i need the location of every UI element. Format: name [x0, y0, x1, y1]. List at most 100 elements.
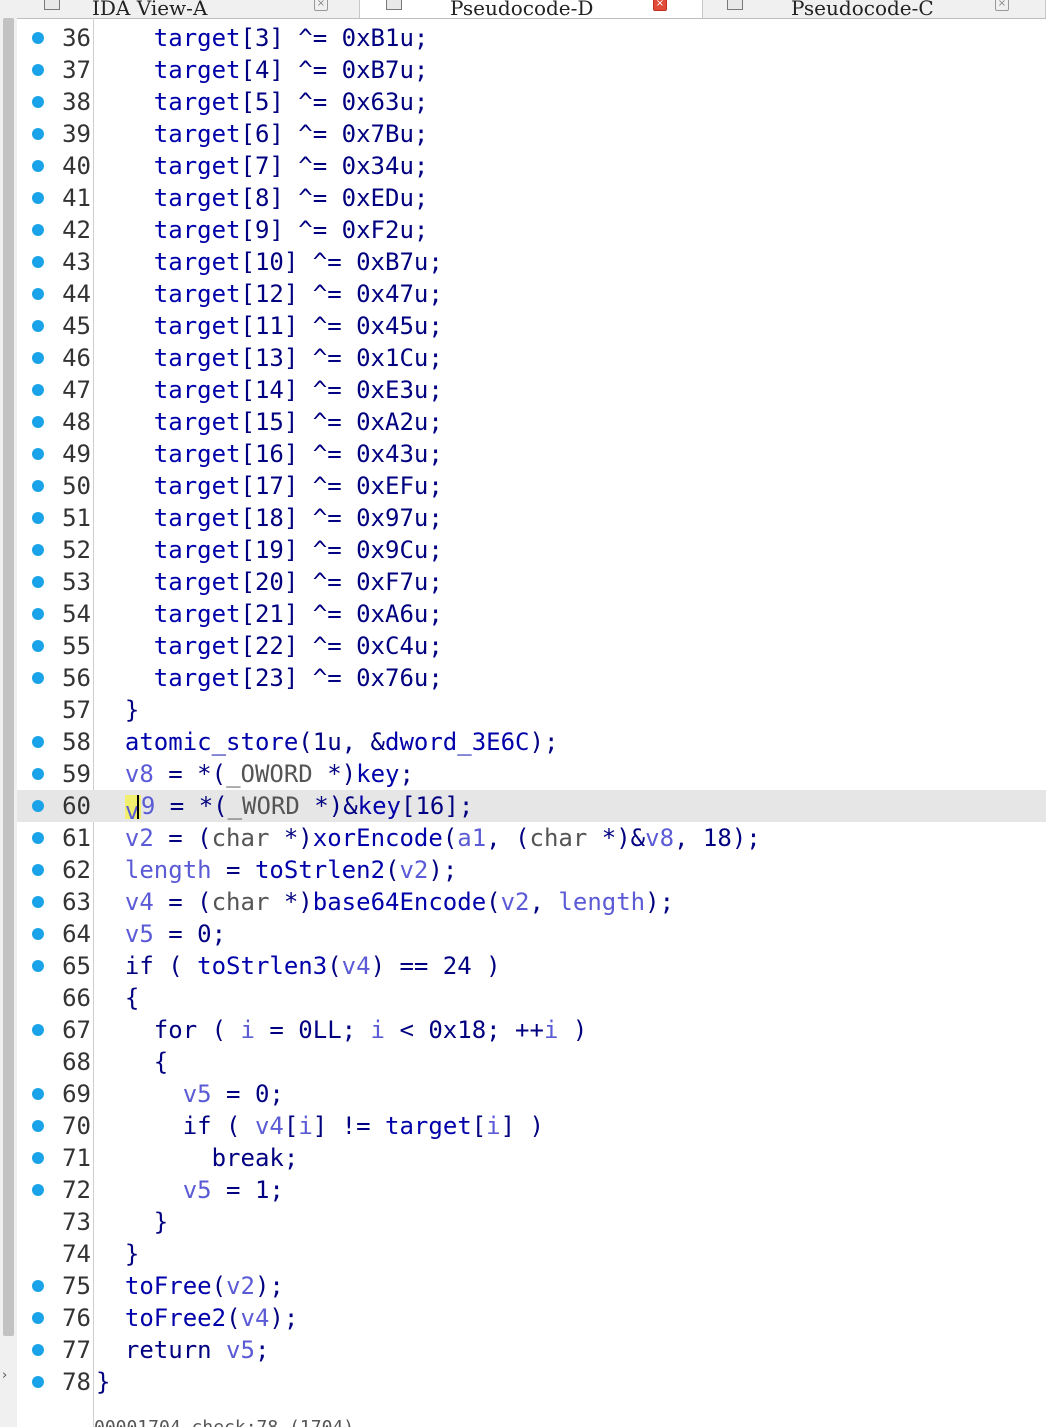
breakpoint-dot-icon[interactable] — [32, 480, 44, 492]
breakpoint-dot-icon[interactable] — [32, 960, 44, 972]
breakpoint-dot-icon[interactable] — [32, 416, 44, 428]
code-text[interactable]: toFree2(v4); — [96, 1302, 298, 1334]
breakpoint-dot-icon[interactable] — [32, 1088, 44, 1100]
breakpoint-dot-icon[interactable] — [32, 576, 44, 588]
code-line[interactable]: 46 target[13] ^= 0x1Cu; — [17, 342, 1046, 374]
breakpoint-dot-icon[interactable] — [32, 224, 44, 236]
breakpoint-dot-icon[interactable] — [32, 640, 44, 652]
code-line[interactable]: 63 v4 = (char *)base64Encode(v2, length)… — [17, 886, 1046, 918]
code-line[interactable]: 56 target[23] ^= 0x76u; — [17, 662, 1046, 694]
code-text[interactable]: break; — [96, 1142, 299, 1174]
breakpoint-dot-icon[interactable] — [32, 32, 44, 44]
code-line[interactable]: 70 if ( v4[i] != target[i] ) — [17, 1110, 1046, 1142]
breakpoint-dot-icon[interactable] — [32, 736, 44, 748]
breakpoint-dot-icon[interactable] — [32, 864, 44, 876]
code-text[interactable]: for ( i = 0LL; i < 0x18; ++i ) — [96, 1014, 588, 1046]
code-text[interactable]: target[6] ^= 0x7Bu; — [96, 118, 429, 150]
breakpoint-dot-icon[interactable] — [32, 512, 44, 524]
code-line[interactable]: 64 v5 = 0; — [17, 918, 1046, 950]
code-line[interactable]: 65 if ( toStrlen3(v4) == 24 ) — [17, 950, 1046, 982]
breakpoint-dot-icon[interactable] — [32, 1184, 44, 1196]
code-text[interactable]: v9 = *(_WORD *)&key[16]; — [96, 790, 473, 825]
code-text[interactable]: } — [96, 694, 139, 726]
code-line[interactable]: 41 target[8] ^= 0xEDu; — [17, 182, 1046, 214]
breakpoint-dot-icon[interactable] — [32, 1312, 44, 1324]
code-text[interactable]: target[14] ^= 0xE3u; — [96, 374, 443, 406]
breakpoint-dot-icon[interactable] — [32, 448, 44, 460]
breakpoint-dot-icon[interactable] — [32, 672, 44, 684]
breakpoint-dot-icon[interactable] — [32, 128, 44, 140]
code-line[interactable]: 72 v5 = 1; — [17, 1174, 1046, 1206]
breakpoint-dot-icon[interactable] — [32, 1280, 44, 1292]
breakpoint-dot-icon[interactable] — [32, 1120, 44, 1132]
breakpoint-dot-icon[interactable] — [32, 1344, 44, 1356]
breakpoint-dot-icon[interactable] — [32, 192, 44, 204]
code-line[interactable]: 55 target[22] ^= 0xC4u; — [17, 630, 1046, 662]
code-text[interactable]: target[5] ^= 0x63u; — [96, 86, 429, 118]
code-text[interactable]: if ( v4[i] != target[i] ) — [96, 1110, 544, 1142]
code-line[interactable]: 73 } — [17, 1206, 1046, 1238]
chevron-down-icon[interactable]: › — [2, 1368, 14, 1384]
code-line[interactable]: 52 target[19] ^= 0x9Cu; — [17, 534, 1046, 566]
tab-ida-view-a[interactable]: IDA View-A × — [0, 0, 360, 18]
code-text[interactable]: target[12] ^= 0x47u; — [96, 278, 443, 310]
breakpoint-dot-icon[interactable] — [32, 64, 44, 76]
code-text[interactable]: return v5; — [96, 1334, 270, 1366]
code-line[interactable]: 45 target[11] ^= 0x45u; — [17, 310, 1046, 342]
code-text[interactable]: target[16] ^= 0x43u; — [96, 438, 443, 470]
code-line[interactable]: 67 for ( i = 0LL; i < 0x18; ++i ) — [17, 1014, 1046, 1046]
code-line[interactable]: 57 } — [17, 694, 1046, 726]
breakpoint-dot-icon[interactable] — [32, 544, 44, 556]
code-text[interactable]: if ( toStrlen3(v4) == 24 ) — [96, 950, 501, 982]
code-text[interactable]: target[3] ^= 0xB1u; — [96, 22, 429, 54]
code-line[interactable]: 39 target[6] ^= 0x7Bu; — [17, 118, 1046, 150]
breakpoint-dot-icon[interactable] — [32, 1152, 44, 1164]
code-text[interactable]: toFree(v2); — [96, 1270, 284, 1302]
code-text[interactable]: target[7] ^= 0x34u; — [96, 150, 429, 182]
pseudocode-view[interactable]: 36 target[3] ^= 0xB1u; 37 target[4] ^= 0x… — [17, 22, 1046, 1398]
scrollbar-thumb[interactable] — [3, 18, 14, 1336]
breakpoint-dot-icon[interactable] — [32, 832, 44, 844]
tab-pseudocode-c[interactable]: Pseudocode-C × — [703, 0, 1046, 18]
code-line[interactable]: 38 target[5] ^= 0x63u; — [17, 86, 1046, 118]
code-text[interactable]: } — [96, 1206, 168, 1238]
code-line[interactable]: 69 v5 = 0; — [17, 1078, 1046, 1110]
code-text[interactable]: target[22] ^= 0xC4u; — [96, 630, 443, 662]
code-text[interactable]: target[10] ^= 0xB7u; — [96, 246, 443, 278]
vertical-scrollbar[interactable]: › — [0, 18, 17, 1427]
breakpoint-dot-icon[interactable] — [32, 608, 44, 620]
code-line[interactable]: 54 target[21] ^= 0xA6u; — [17, 598, 1046, 630]
code-line[interactable]: 60 v9 = *(_WORD *)&key[16]; — [17, 790, 1046, 825]
code-line[interactable]: 44 target[12] ^= 0x47u; — [17, 278, 1046, 310]
close-icon[interactable]: × — [995, 0, 1009, 11]
code-text[interactable]: target[21] ^= 0xA6u; — [96, 598, 443, 630]
code-text[interactable]: } — [96, 1366, 110, 1398]
code-line[interactable]: 76 toFree2(v4); — [17, 1302, 1046, 1334]
code-text[interactable]: target[8] ^= 0xEDu; — [96, 182, 429, 214]
code-text[interactable]: v8 = *(_OWORD *)key; — [96, 758, 414, 790]
code-line[interactable]: 59 v8 = *(_OWORD *)key; — [17, 758, 1046, 790]
code-line[interactable]: 78} — [17, 1366, 1046, 1398]
close-icon[interactable]: × — [314, 0, 328, 11]
code-text[interactable]: target[13] ^= 0x1Cu; — [96, 342, 443, 374]
code-line[interactable]: 77 return v5; — [17, 1334, 1046, 1366]
code-text[interactable]: target[4] ^= 0xB7u; — [96, 54, 429, 86]
code-line[interactable]: 43 target[10] ^= 0xB7u; — [17, 246, 1046, 278]
breakpoint-dot-icon[interactable] — [32, 1024, 44, 1036]
breakpoint-dot-icon[interactable] — [32, 352, 44, 364]
code-text[interactable]: v4 = (char *)base64Encode(v2, length); — [96, 886, 674, 918]
code-line[interactable]: 37 target[4] ^= 0xB7u; — [17, 54, 1046, 86]
code-text[interactable]: target[11] ^= 0x45u; — [96, 310, 443, 342]
tab-pseudocode-d[interactable]: Pseudocode-D × — [360, 0, 703, 18]
breakpoint-dot-icon[interactable] — [32, 1376, 44, 1388]
code-line[interactable]: 58 atomic_store(1u, &dword_3E6C); — [17, 726, 1046, 758]
breakpoint-dot-icon[interactable] — [32, 384, 44, 396]
code-text[interactable]: v2 = (char *)xorEncode(a1, (char *)&v8, … — [96, 822, 761, 854]
code-text[interactable]: target[9] ^= 0xF2u; — [96, 214, 429, 246]
breakpoint-dot-icon[interactable] — [32, 256, 44, 268]
code-text[interactable]: v5 = 0; — [96, 1078, 284, 1110]
code-line[interactable]: 66 { — [17, 982, 1046, 1014]
code-line[interactable]: 50 target[17] ^= 0xEFu; — [17, 470, 1046, 502]
breakpoint-dot-icon[interactable] — [32, 160, 44, 172]
code-text[interactable]: length = toStrlen2(v2); — [96, 854, 457, 886]
